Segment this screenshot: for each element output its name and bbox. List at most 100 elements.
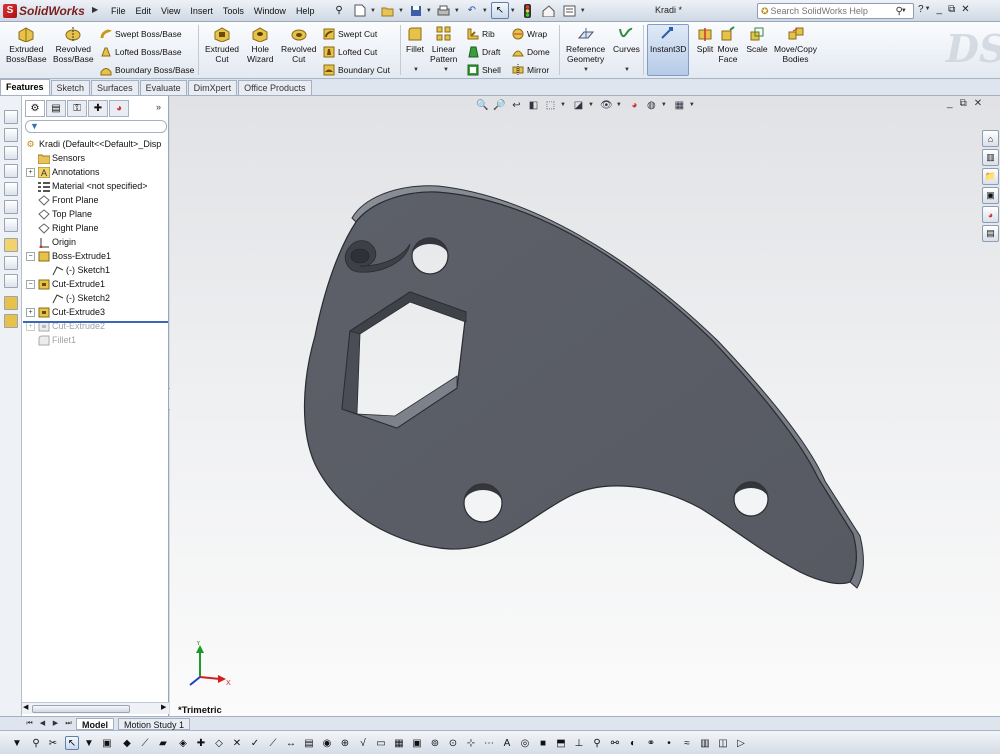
- help-search-box[interactable]: ✪ ⚲ ▼: [757, 3, 914, 19]
- swept-boss-button[interactable]: Swept Boss/Base: [99, 27, 182, 40]
- dome-button[interactable]: Dome: [511, 45, 550, 58]
- linear-pattern-button[interactable]: Linear Pattern: [430, 25, 457, 64]
- filter-toggle-icon[interactable]: ▼: [10, 736, 24, 750]
- graphics-area[interactable]: 🔍 🔎 ↩ ◧ ⬚ ▼ ◪ ▼ 👁 ▼ ◕ ◍ ▼ ▦ ▼ _ ⧉ ✕ ⌂ ▥ 📁 ▣ ◕…: [170, 96, 1000, 716]
- tree-item-right-plane[interactable]: Right Plane: [26, 221, 99, 235]
- filter-gtol-icon[interactable]: ⊕: [338, 736, 352, 750]
- filter-points-icon[interactable]: ✕: [230, 736, 244, 750]
- tree-item-sensors[interactable]: Sensors: [26, 151, 85, 165]
- next-tab-icon[interactable]: ▶: [50, 718, 61, 729]
- filter-planes-icon[interactable]: ◇: [212, 736, 226, 750]
- menu-view[interactable]: View: [156, 4, 185, 18]
- relation-icon[interactable]: [4, 256, 18, 270]
- extruded-cut-button[interactable]: Extruded Cut: [205, 25, 239, 64]
- fillet-button[interactable]: Fillet: [404, 25, 426, 54]
- filter-faces-icon[interactable]: ▰: [156, 736, 170, 750]
- filter-centerline-icon[interactable]: ⋯: [482, 736, 496, 750]
- select-dropdown-icon[interactable]: ▼: [510, 8, 516, 14]
- filter-axes-icon[interactable]: ✚: [194, 736, 208, 750]
- tab-model[interactable]: Model: [76, 718, 114, 730]
- filter-surface-finish-icon[interactable]: √: [356, 736, 370, 750]
- filter-routing-points-icon[interactable]: ⚲: [590, 736, 604, 750]
- wrap-button[interactable]: Wrap: [511, 27, 547, 40]
- display-manager-tab-icon[interactable]: ◕: [109, 100, 129, 117]
- linear-pattern-dropdown-icon[interactable]: ▼: [443, 67, 449, 73]
- filter-solid-bodies-icon[interactable]: ■: [536, 736, 550, 750]
- curves-dropdown-icon[interactable]: ▼: [624, 67, 630, 73]
- filter-settings-icon[interactable]: ⚲: [29, 736, 43, 750]
- tree-item-sketch1[interactable]: (-) Sketch1: [40, 263, 110, 277]
- tree-item-sketch2[interactable]: (-) Sketch2: [40, 291, 110, 305]
- rebuild-traffic-light-icon[interactable]: [519, 2, 537, 19]
- sketch-tool-icon[interactable]: [4, 146, 18, 160]
- new-dropdown-icon[interactable]: ▼: [370, 8, 376, 14]
- filter-features-icon[interactable]: ◈: [176, 736, 190, 750]
- menu-help[interactable]: Help: [291, 4, 320, 18]
- minimize-icon[interactable]: _: [937, 4, 943, 15]
- tree-item-cut-extrude1[interactable]: − Cut-Extrude1: [26, 277, 105, 291]
- split-button[interactable]: Split: [694, 25, 716, 54]
- fillet-dropdown-icon[interactable]: ▼: [413, 67, 419, 73]
- filter-end-icon[interactable]: ▷: [734, 736, 748, 750]
- tree-item-fillet1[interactable]: Fillet1: [26, 333, 76, 347]
- tree-item-annotations[interactable]: + A Annotations: [26, 165, 100, 179]
- property-manager-tab-icon[interactable]: ▤: [46, 100, 66, 117]
- draft-button[interactable]: Draft: [466, 45, 500, 58]
- filter-cut-list-icon[interactable]: ▥: [698, 736, 712, 750]
- open-folder-icon[interactable]: [379, 2, 397, 19]
- sketch-tool-icon[interactable]: [4, 182, 18, 196]
- filter-item-icon[interactable]: ◫: [716, 736, 730, 750]
- collapse-icon[interactable]: −: [26, 279, 35, 289]
- filter-connection-icon[interactable]: ⚯: [608, 736, 622, 750]
- boundary-boss-button[interactable]: Boundary Boss/Base: [99, 63, 194, 76]
- filter-weld-icon[interactable]: ▦: [392, 736, 406, 750]
- restore-icon[interactable]: ⧉: [948, 4, 955, 15]
- select-dropdown-icon[interactable]: ▼: [82, 736, 96, 750]
- clear-filters-icon[interactable]: ✂: [46, 736, 60, 750]
- smart-dimension-icon[interactable]: [4, 238, 18, 252]
- menu-window[interactable]: Window: [249, 4, 291, 18]
- search-input[interactable]: [770, 6, 896, 16]
- options-icon[interactable]: [561, 2, 579, 19]
- expand-icon[interactable]: +: [26, 307, 35, 317]
- select-pointer-icon[interactable]: ↖: [490, 2, 509, 19]
- print-dropdown-icon[interactable]: ▼: [454, 8, 460, 14]
- options-dropdown-icon[interactable]: ▼: [580, 8, 586, 14]
- tree-item-top-plane[interactable]: Top Plane: [26, 207, 92, 221]
- revolved-boss-button[interactable]: Revolved Boss/Base: [53, 25, 94, 64]
- filter-vertices-icon[interactable]: ◆: [120, 736, 134, 750]
- sketch-tool-icon[interactable]: [4, 110, 18, 124]
- help-button[interactable]: ?: [918, 4, 924, 15]
- filter-dowel-icon[interactable]: ⊙: [446, 736, 460, 750]
- select-pointer-icon[interactable]: ↖: [65, 736, 79, 750]
- filter-sketches-icon[interactable]: ✓: [248, 736, 262, 750]
- curves-button[interactable]: Curves: [613, 25, 640, 54]
- menu-insert[interactable]: Insert: [185, 4, 218, 18]
- quick-snap-icon[interactable]: [4, 274, 18, 288]
- first-tab-icon[interactable]: ⏮: [24, 718, 35, 729]
- sketch-tool-icon[interactable]: [4, 200, 18, 214]
- menu-edit[interactable]: Edit: [131, 4, 157, 18]
- tree-item-cut-extrude3[interactable]: + Cut-Extrude3: [26, 305, 105, 319]
- filter-weld-bead-icon[interactable]: ≈: [680, 736, 694, 750]
- last-tab-icon[interactable]: ⏭: [63, 718, 74, 729]
- tab-dimxpert[interactable]: DimXpert: [187, 80, 238, 95]
- solidworks-logo[interactable]: S SolidWorks: [3, 2, 91, 20]
- search-dropdown-icon[interactable]: ▼: [901, 8, 907, 14]
- feature-tree-horizontal-scrollbar[interactable]: ◀ ▶: [22, 702, 169, 714]
- prev-tab-icon[interactable]: ◀: [37, 718, 48, 729]
- pin-menu-icon[interactable]: ⚲: [330, 2, 348, 19]
- tab-surfaces[interactable]: Surfaces: [91, 80, 139, 95]
- sketch-tool-icon[interactable]: [4, 164, 18, 178]
- feature-icon[interactable]: [4, 296, 18, 310]
- hole-wizard-button[interactable]: Hole Wizard: [247, 25, 273, 64]
- extruded-boss-button[interactable]: Extruded Boss/Base: [6, 25, 47, 64]
- help-dropdown-icon[interactable]: ▼: [925, 6, 931, 15]
- save-icon[interactable]: [407, 2, 425, 19]
- feature-icon[interactable]: [4, 314, 18, 328]
- tab-evaluate[interactable]: Evaluate: [139, 80, 187, 95]
- filter-hole-icon[interactable]: ◎: [518, 736, 532, 750]
- scroll-left-icon[interactable]: ◀: [23, 703, 28, 711]
- shell-button[interactable]: Shell: [466, 63, 501, 76]
- lofted-boss-button[interactable]: Lofted Boss/Base: [99, 45, 182, 58]
